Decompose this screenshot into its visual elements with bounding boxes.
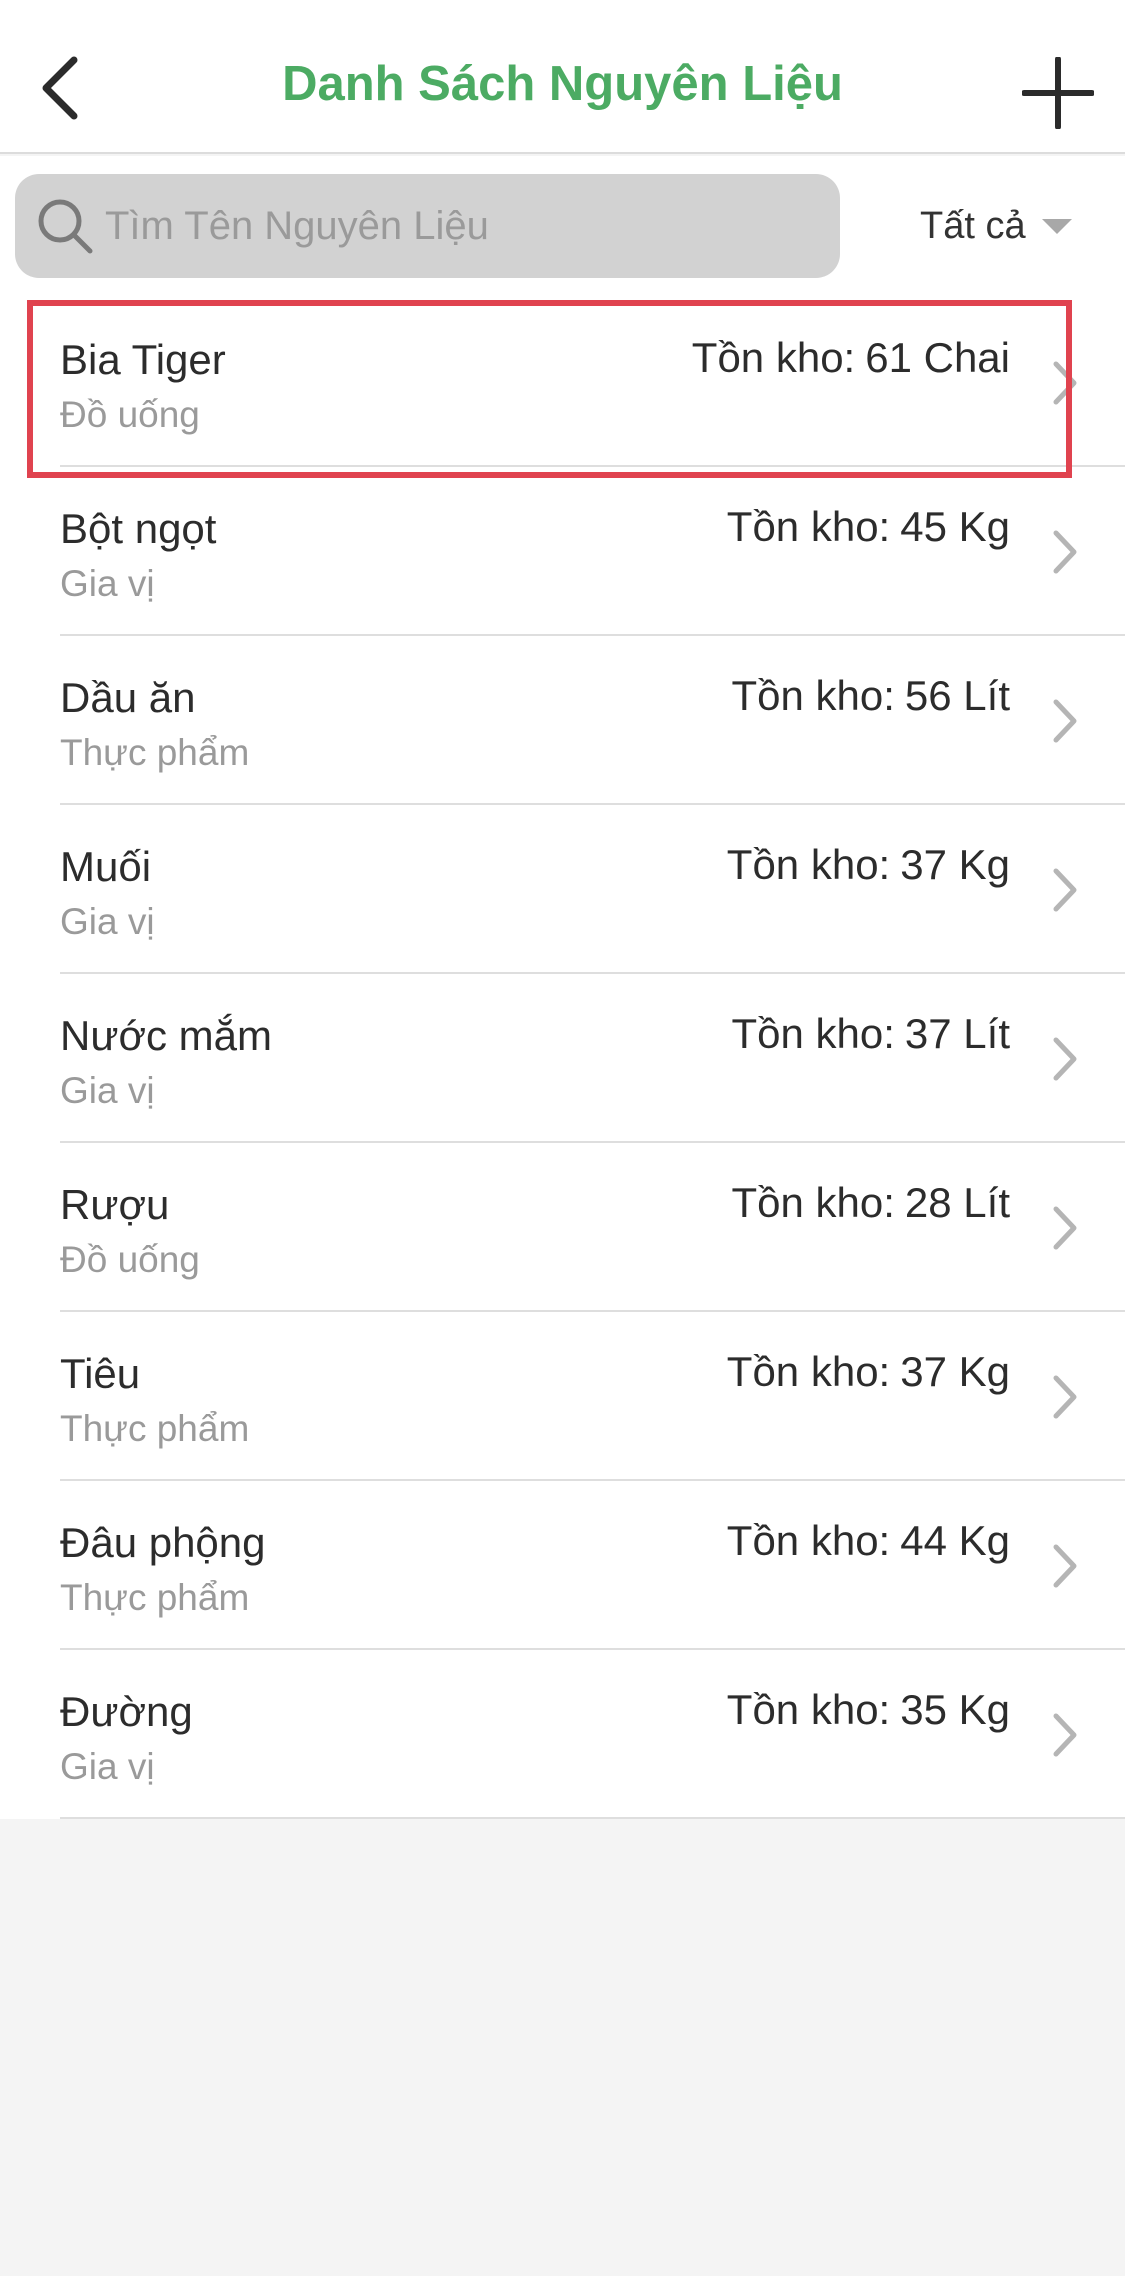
ingredient-row[interactable]: Rượu Đồ uống Tồn kho: 28 Lít [0, 1143, 1125, 1312]
caret-down-icon [1041, 218, 1072, 234]
search-input[interactable] [105, 174, 825, 278]
screen: Danh Sách Nguyên Liệu Tất cả Bia Tiger Đ… [0, 0, 1125, 2276]
ingredient-stock: Tồn kho: 45 Kg [727, 503, 1010, 551]
stock-value: 56 Lít [904, 672, 1010, 719]
chevron-right-icon [1053, 868, 1077, 912]
ingredient-name: Bia Tiger [60, 336, 226, 383]
ingredient-name: Đâu phộng [60, 1519, 266, 1566]
search-row: Tất cả [0, 156, 1125, 298]
ingredient-category: Thực phẩm [60, 1577, 250, 1618]
stock-value: 44 Kg [900, 1517, 1010, 1564]
search-box[interactable] [15, 174, 840, 278]
ingredient-name: Dầu ăn [60, 674, 196, 721]
stock-label: Tồn kho: [731, 1010, 895, 1057]
ingredient-category: Đồ uống [60, 394, 200, 435]
stock-value: 37 Lít [904, 1010, 1010, 1057]
stock-label: Tồn kho: [726, 503, 891, 550]
stock-label: Tồn kho: [726, 1348, 891, 1395]
category-filter-dropdown[interactable]: Tất cả [920, 174, 1125, 278]
ingredient-row[interactable]: Đường Gia vị Tồn kho: 35 Kg [0, 1650, 1125, 1819]
ingredient-stock: Tồn kho: 37 Kg [727, 1348, 1010, 1396]
ingredient-row[interactable]: Bột ngọt Gia vị Tồn kho: 45 Kg [0, 467, 1125, 636]
header-bar: Danh Sách Nguyên Liệu [0, 0, 1125, 154]
ingredient-category: Thực phẩm [60, 1408, 250, 1449]
ingredient-name: Nước mắm [60, 1012, 272, 1059]
stock-value: 28 Lít [904, 1179, 1010, 1226]
ingredient-name: Đường [60, 1688, 193, 1735]
chevron-right-icon [1053, 530, 1077, 574]
ingredient-row[interactable]: Tiêu Thực phẩm Tồn kho: 37 Kg [0, 1312, 1125, 1481]
filter-selected-label: Tất cả [920, 204, 1026, 247]
ingredient-name: Rượu [60, 1181, 170, 1228]
stock-value: 37 Kg [900, 1348, 1010, 1395]
ingredient-stock: Tồn kho: 35 Kg [727, 1686, 1010, 1734]
ingredient-stock: Tồn kho: 44 Kg [727, 1517, 1010, 1565]
stock-label: Tồn kho: [726, 1517, 891, 1564]
chevron-right-icon [1053, 1375, 1077, 1419]
chevron-right-icon [1053, 1713, 1077, 1757]
plus-icon [1021, 56, 1094, 129]
ingredient-category: Thực phẩm [60, 732, 250, 773]
ingredient-category: Gia vị [60, 901, 155, 942]
ingredient-list: Bia Tiger Đồ uống Tồn kho: 61 Chai Bột ng… [0, 298, 1125, 1819]
ingredient-row[interactable]: Dầu ăn Thực phẩm Tồn kho: 56 Lít [0, 636, 1125, 805]
chevron-right-icon [1053, 361, 1077, 405]
chevron-right-icon [1053, 1037, 1077, 1081]
ingredient-row[interactable]: Nước mắm Gia vị Tồn kho: 37 Lít [0, 974, 1125, 1143]
ingredient-stock: Tồn kho: 37 Lít [731, 1010, 1010, 1058]
ingredient-name: Muối [60, 843, 152, 890]
ingredient-name: Bột ngọt [60, 505, 217, 552]
ingredient-stock: Tồn kho: 56 Lít [731, 672, 1010, 720]
ingredient-category: Đồ uống [60, 1239, 200, 1280]
search-icon [38, 199, 93, 254]
stock-value: 37 Kg [900, 841, 1010, 888]
stock-label: Tồn kho: [726, 841, 891, 888]
stock-value: 45 Kg [900, 503, 1010, 550]
ingredient-stock: Tồn kho: 61 Chai [692, 334, 1010, 382]
chevron-right-icon [1053, 1206, 1077, 1250]
row-divider [60, 1817, 1125, 1819]
ingredient-row[interactable]: Muối Gia vị Tồn kho: 37 Kg [0, 805, 1125, 974]
chevron-right-icon [1053, 1544, 1077, 1588]
stock-label: Tồn kho: [731, 672, 895, 719]
ingredient-category: Gia vị [60, 1070, 155, 1111]
stock-value: 35 Kg [900, 1686, 1010, 1733]
stock-value: 61 Chai [865, 334, 1010, 381]
stock-label: Tồn kho: [731, 1179, 895, 1226]
ingredient-stock: Tồn kho: 28 Lít [731, 1179, 1010, 1227]
ingredient-row[interactable]: Đâu phộng Thực phẩm Tồn kho: 44 Kg [0, 1481, 1125, 1650]
chevron-right-icon [1053, 699, 1077, 743]
stock-label: Tồn kho: [691, 334, 856, 381]
add-ingredient-button[interactable] [1015, 50, 1100, 135]
ingredient-stock: Tồn kho: 37 Kg [727, 841, 1010, 889]
ingredient-category: Gia vị [60, 563, 155, 604]
ingredient-name: Tiêu [60, 1350, 141, 1397]
stock-label: Tồn kho: [726, 1686, 891, 1733]
ingredient-category: Gia vị [60, 1746, 155, 1787]
ingredient-row[interactable]: Bia Tiger Đồ uống Tồn kho: 61 Chai [0, 298, 1125, 478]
page-title: Danh Sách Nguyên Liệu [282, 57, 843, 111]
